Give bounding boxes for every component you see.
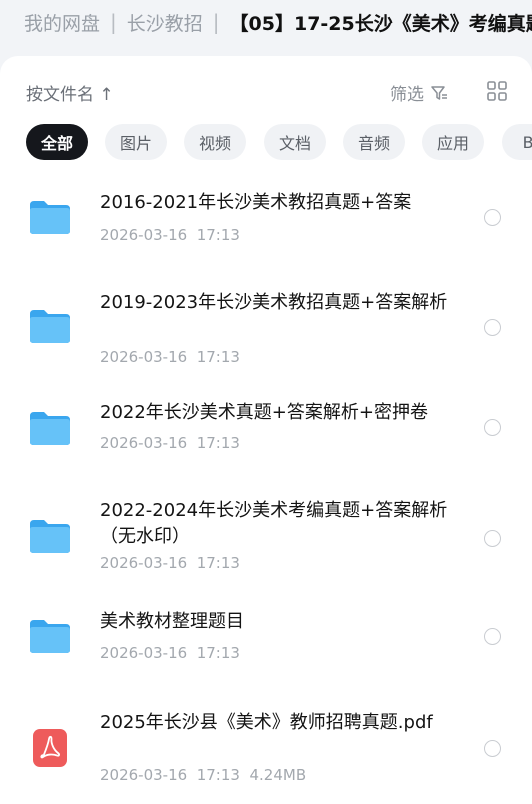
file-date: 2026-03-16 17:13 (100, 226, 240, 244)
file-name: 2022年长沙美术真题+答案解析+密押卷 (100, 402, 428, 423)
folder-icon (30, 310, 70, 343)
file-name: 2025年长沙县《美术》教师招聘真题.pdf (100, 712, 433, 733)
chip-bt[interactable]: BT (502, 124, 532, 160)
list-item[interactable]: 2022-2024年长沙美术考编真题+答案解析（无水印） 2026-03-16 … (0, 494, 532, 594)
list-item[interactable]: 2016-2021年长沙美术教招真题+答案 2026-03-16 17:13 (0, 174, 532, 254)
toolbar: 按文件名 ↑ 筛选 (0, 56, 532, 128)
chip-images[interactable]: 图片 (105, 124, 167, 160)
filter-icon (431, 85, 447, 100)
list-item[interactable]: 2019-2023年长沙美术教招真题+答案解析 2026-03-16 17:13 (0, 278, 532, 378)
folder-icon (30, 201, 70, 234)
select-radio[interactable] (484, 530, 501, 547)
breadcrumb-item-parent[interactable]: 长沙教招 (127, 9, 203, 36)
chip-apps[interactable]: 应用 (422, 124, 484, 160)
select-radio[interactable] (484, 209, 501, 226)
file-name: 美术教材整理题目 (100, 611, 244, 632)
file-date: 2026-03-16 17:13 (100, 644, 240, 662)
breadcrumb-separator: | (212, 10, 220, 34)
category-chips: 全部 图片 视频 文档 音频 应用 BT (0, 124, 532, 164)
breadcrumb-separator: | (110, 10, 117, 34)
chip-audio[interactable]: 音频 (343, 124, 405, 160)
select-radio[interactable] (484, 740, 501, 757)
chip-documents[interactable]: 文档 (264, 124, 326, 160)
list-item[interactable]: 2025年长沙县《美术》教师招聘真题.pdf 2026-03-16 17:13 … (0, 704, 532, 804)
select-radio[interactable] (484, 419, 501, 436)
breadcrumb-item-root[interactable]: 我的网盘 (24, 9, 100, 36)
breadcrumb-item-current: 【05】17-25长沙《美术》考编真题 (229, 12, 532, 35)
list-item[interactable]: 美术教材整理题目 2026-03-16 17:13 (0, 610, 532, 690)
file-meta: 2026-03-16 17:13 4.24MB (100, 766, 306, 784)
file-date: 2026-03-16 17:13 (100, 554, 240, 572)
file-date: 2026-03-16 17:13 (100, 348, 240, 366)
file-name: 2022-2024年长沙美术考编真题+答案解析（无水印） (100, 500, 448, 547)
file-date: 2026-03-16 17:13 (100, 434, 240, 452)
list-item[interactable]: 2022年长沙美术真题+答案解析+密押卷 2026-03-16 17:13 (0, 390, 532, 470)
grid-view-icon[interactable] (486, 80, 508, 102)
chip-all[interactable]: 全部 (26, 124, 88, 160)
select-radio[interactable] (484, 319, 501, 336)
breadcrumb: 我的网盘 | 长沙教招 | 【05】17-25长沙《美术》考编真题 (0, 0, 532, 44)
file-list-card: 按文件名 ↑ 筛选 全部 图片 视频 文档 音频 应用 BT 2016-2021… (0, 56, 532, 804)
folder-icon (30, 520, 70, 553)
folder-icon (30, 412, 70, 445)
select-radio[interactable] (484, 628, 501, 645)
file-size: 4.24MB (249, 766, 307, 784)
folder-icon (30, 620, 70, 653)
sort-by-name-button[interactable]: 按文件名 ↑ (26, 80, 114, 105)
file-date: 2026-03-16 17:13 (100, 766, 240, 784)
file-name: 2016-2021年长沙美术教招真题+答案 (100, 192, 412, 213)
pdf-file-icon (33, 729, 67, 767)
file-name: 2019-2023年长沙美术教招真题+答案解析 (100, 292, 448, 313)
chip-videos[interactable]: 视频 (184, 124, 246, 160)
filter-label: 筛选 (390, 85, 424, 105)
filter-button[interactable]: 筛选 (390, 80, 448, 105)
